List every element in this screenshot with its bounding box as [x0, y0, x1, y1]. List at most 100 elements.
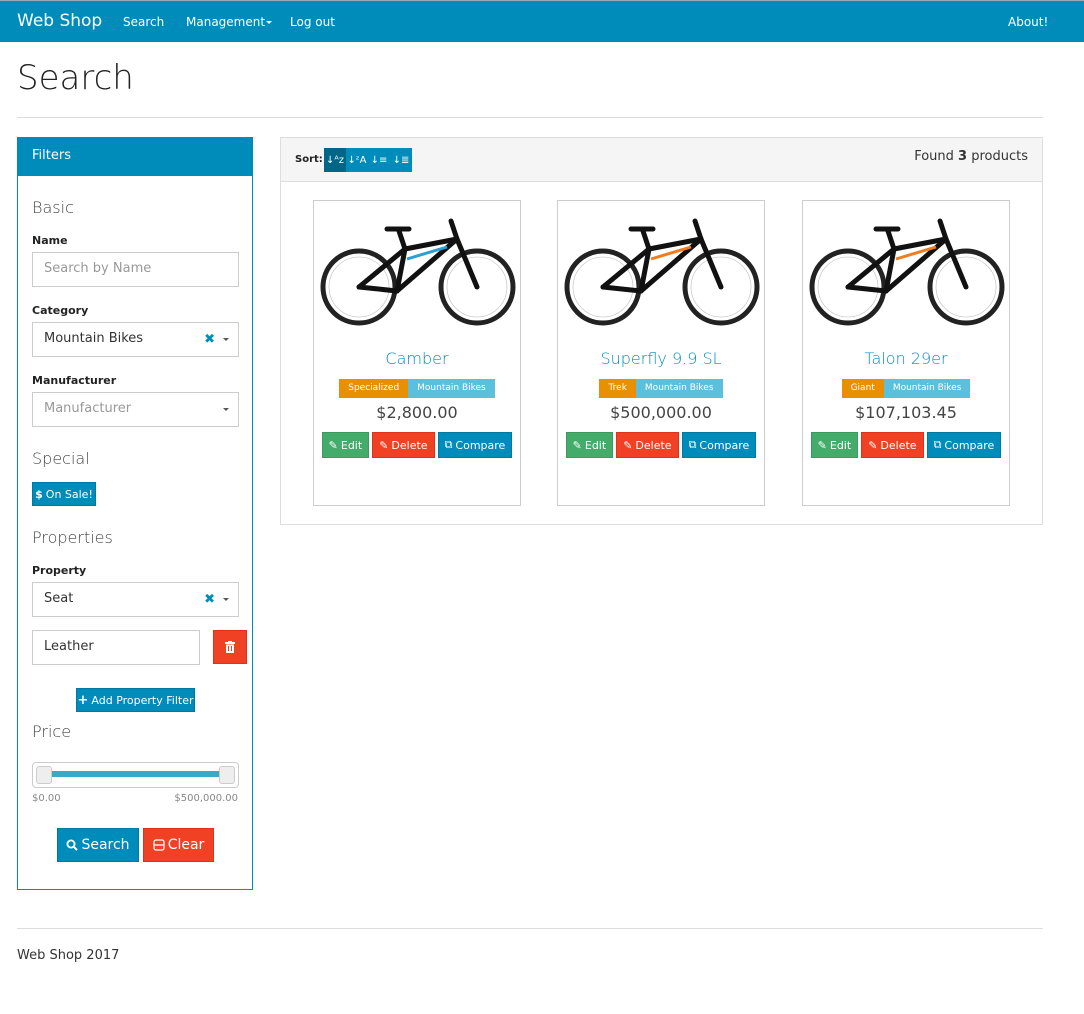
nav-logout[interactable]: Log out	[290, 15, 335, 29]
page-title: Search	[17, 58, 134, 98]
edit-label: Edit	[340, 438, 363, 452]
chevron-down-icon	[223, 338, 229, 341]
filters-title: Filters	[18, 138, 252, 176]
edit-label: Edit	[584, 438, 607, 452]
product-name[interactable]: Camber	[314, 349, 520, 368]
title-divider	[17, 117, 1043, 118]
clear-icon	[153, 839, 165, 851]
compare-icon: ⧉	[444, 438, 453, 451]
delete-icon: ✎	[623, 438, 633, 452]
delete-property-button[interactable]	[213, 630, 247, 664]
manufacturer-label: Manufacturer	[32, 374, 117, 387]
found-suffix: products	[971, 149, 1028, 164]
compare-icon: ⧉	[933, 438, 942, 451]
top-navbar: Web Shop Search Management Log out About…	[0, 0, 1084, 42]
compare-button[interactable]: ⧉ Compare	[681, 432, 757, 458]
footer-divider	[17, 928, 1043, 929]
delete-label: Delete	[391, 438, 428, 452]
sort-price-desc-button[interactable]: ↓≣	[390, 148, 412, 172]
name-search-input[interactable]: Search by Name	[32, 252, 239, 287]
nav-management[interactable]: Management	[186, 15, 273, 29]
edit-icon: ✎	[572, 438, 582, 452]
delete-button[interactable]: ✎ Delete	[861, 432, 924, 458]
product-card: Superfly 9.9 SL Trek Mountain Bikes $500…	[557, 200, 765, 506]
property-select[interactable]: Seat ✖	[32, 582, 239, 617]
delete-icon: ✎	[379, 438, 389, 452]
category-value: Mountain Bikes	[44, 331, 144, 346]
manufacturer-badge: Giant	[841, 379, 884, 398]
sort-price-asc-button[interactable]: ↓≡	[368, 148, 390, 172]
compare-label: Compare	[455, 438, 506, 452]
nav-about[interactable]: About!	[1008, 15, 1048, 29]
on-sale-label: On Sale!	[45, 487, 93, 501]
property-value-input[interactable]: Leather	[32, 630, 200, 665]
search-icon	[66, 839, 79, 851]
results-toolbar: Sort: ↓ᴬz ↓ᶻA ↓≡ ↓≣ Found 3 products	[281, 138, 1042, 182]
on-sale-toggle[interactable]: $ On Sale!	[32, 482, 96, 506]
edit-button[interactable]: ✎ Edit	[565, 432, 614, 458]
price-max-handle[interactable]	[219, 766, 235, 784]
chevron-down-icon	[223, 408, 229, 411]
product-actions: ✎ Edit ✎ Delete ⧉ Compare	[314, 432, 520, 458]
compare-button[interactable]: ⧉ Compare	[437, 432, 513, 458]
search-button[interactable]: Search	[57, 828, 139, 862]
manufacturer-badge: Trek	[599, 379, 636, 398]
add-property-filter-button[interactable]: + Add Property Filter	[76, 688, 195, 712]
properties-heading: Properties	[32, 528, 113, 547]
product-price: $500,000.00	[610, 403, 712, 422]
price-min-handle[interactable]	[36, 766, 52, 784]
nav-search[interactable]: Search	[123, 15, 164, 29]
product-price: $2,800.00	[376, 403, 458, 422]
product-card: Talon 29er Giant Mountain Bikes $107,103…	[802, 200, 1010, 506]
sort-label: Sort:	[295, 154, 323, 165]
compare-button[interactable]: ⧉ Compare	[926, 432, 1002, 458]
product-image[interactable]	[561, 209, 761, 334]
edit-label: Edit	[829, 438, 852, 452]
compare-label: Compare	[699, 438, 750, 452]
search-button-label: Search	[81, 837, 130, 853]
product-name[interactable]: Superfly 9.9 SL	[558, 349, 764, 368]
sort-name-asc-button[interactable]: ↓ᴬz	[324, 148, 346, 172]
edit-icon: ✎	[817, 438, 827, 452]
price-range-slider[interactable]	[32, 762, 239, 788]
manufacturer-select[interactable]: Manufacturer	[32, 392, 239, 427]
product-tags: Trek Mountain Bikes	[558, 379, 764, 398]
found-count: 3	[958, 149, 968, 164]
product-image[interactable]	[317, 209, 517, 334]
compare-label: Compare	[944, 438, 995, 452]
edit-button[interactable]: ✎ Edit	[810, 432, 859, 458]
price-range-fill	[43, 771, 228, 777]
footer-text: Web Shop 2017	[17, 948, 120, 963]
chevron-down-icon	[223, 598, 229, 601]
caret-down-icon	[266, 21, 273, 24]
category-select[interactable]: Mountain Bikes ✖	[32, 322, 239, 357]
brand-link[interactable]: Web Shop	[17, 11, 102, 31]
delete-button[interactable]: ✎ Delete	[616, 432, 679, 458]
edit-button[interactable]: ✎ Edit	[321, 432, 370, 458]
edit-icon: ✎	[328, 438, 338, 452]
clear-property-icon[interactable]: ✖	[204, 592, 215, 607]
property-label: Property	[32, 564, 87, 577]
compare-icon: ⧉	[688, 438, 697, 451]
clear-button[interactable]: Clear	[143, 828, 214, 862]
price-max-label: $500,000.00	[174, 793, 238, 804]
dollar-icon: $	[35, 487, 43, 501]
property-value: Seat	[44, 591, 74, 606]
trash-icon	[225, 641, 235, 653]
product-image[interactable]	[806, 209, 1006, 334]
basic-heading: Basic	[32, 198, 74, 217]
name-label: Name	[32, 234, 68, 247]
sort-name-desc-button[interactable]: ↓ᶻA	[346, 148, 368, 172]
sort-amount-asc-icon: ↓≡	[370, 154, 388, 166]
product-name[interactable]: Talon 29er	[803, 349, 1009, 368]
delete-button[interactable]: ✎ Delete	[372, 432, 435, 458]
category-badge: Mountain Bikes	[883, 379, 971, 398]
product-price: $107,103.45	[855, 403, 957, 422]
delete-icon: ✎	[868, 438, 878, 452]
category-badge: Mountain Bikes	[635, 379, 723, 398]
special-heading: Special	[32, 449, 90, 468]
price-heading: Price	[32, 722, 72, 741]
clear-category-icon[interactable]: ✖	[204, 332, 215, 347]
category-label: Category	[32, 304, 89, 317]
found-count-text: Found 3 products	[914, 149, 1028, 164]
